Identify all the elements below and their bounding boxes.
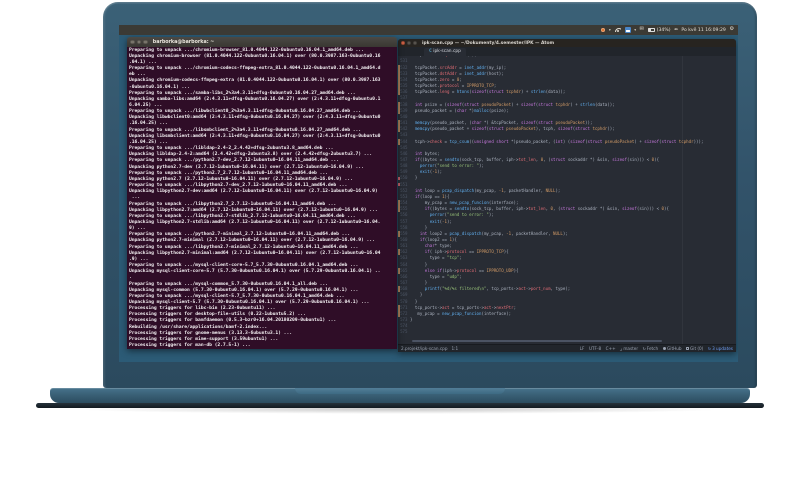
terminal-line: Unpacking mysql-client-core-5.7 (5.7.30-… [129, 269, 381, 275]
tab-label: ipk-scan.cpp [433, 49, 461, 54]
terminal-line: Unpacking python2.7-minimal (2.7.12-1ubu… [129, 238, 375, 244]
laptop-bezel: (34%) Po kvě 11 16:09:29 barborka@barbork… [103, 2, 757, 388]
terminal-line: Unpacking mysql-common (5.7.30-0ubuntu0.… [129, 287, 359, 293]
laptop-base-notch [295, 388, 505, 394]
terminal-line: Unpacking libpython2.7-stdlib:amd64 (2.7… [129, 219, 381, 225]
status-cursor-position[interactable]: 1:1 [451, 346, 458, 351]
code-line: 575 [398, 329, 736, 335]
code-text: tcpPacket.seq = htonl(0); [410, 56, 477, 59]
code-text: tcph->check = tcp_csum((unsigned short *… [410, 138, 704, 144]
battery-indicator[interactable]: (34%) [647, 27, 671, 33]
terminal-window: barborka@barborka: ~ Preparing to unpack… [127, 37, 397, 349]
minimize-button[interactable] [407, 41, 411, 45]
close-button[interactable] [130, 39, 135, 45]
software-update-icon [600, 27, 606, 33]
caret-down-icon [609, 28, 611, 32]
code-text: my_pcap = new_pcap_funcion(interface); [410, 310, 512, 316]
editor-titlebar[interactable]: ipk-scan.cpp — ~/Dokumenty/4.semester/IP… [398, 39, 736, 47]
software-update-indicator[interactable] [600, 27, 606, 33]
cpp-file-icon: C [429, 49, 432, 54]
session-indicator[interactable] [674, 28, 678, 32]
terminal-titlebar[interactable]: barborka@barborka: ~ [127, 37, 397, 47]
branch-icon [620, 347, 622, 351]
clock-label: Po kvě 11 16:09:29 [681, 27, 726, 33]
battery-icon [647, 28, 656, 32]
gear-icon [729, 27, 734, 32]
laptop-mockup: (34%) Po kvě 11 16:09:29 barborka@barbork… [0, 0, 800, 477]
github-icon [662, 346, 667, 351]
code-text: } [410, 317, 413, 323]
tab-ipk-scan-cpp[interactable]: C ipk-scan.cpp [424, 47, 466, 56]
code-text: tcpPacket.leng = htons(sizeof(struct tcp… [410, 89, 566, 95]
top-panel: (34%) Po kvě 11 16:09:29 [119, 25, 738, 35]
code-text: printf("%d/%s filtered\n", tcp_ports->ac… [424, 286, 571, 292]
editor-title: ipk-scan.cpp — ~/Dokumenty/4.semester/IP… [422, 40, 555, 46]
close-button[interactable] [401, 41, 405, 45]
terminal-line: Preparing to unpack .../chromium-codecs-… [129, 66, 381, 72]
laptop-bottom-edge [36, 402, 764, 408]
code-line: 544 tcph->check = tcp_csum((unsigned sho… [398, 138, 736, 145]
clock[interactable]: Po kvě 11 16:09:29 [681, 28, 725, 33]
battery-indicator-label: (34%) [656, 27, 671, 33]
code-text: } [410, 175, 418, 181]
terminal-line: Unpacking samba-libs:amd64 (2:4.3.11+dfs… [129, 96, 381, 102]
terminal-line: Unpacking python2.7-dev (2.7.12-1ubuntu0… [129, 164, 364, 170]
tab-bar: C ipk-scan.cpp [398, 47, 736, 56]
terminal-title: barborka@barborka: ~ [152, 39, 215, 45]
terminal-line: Unpacking libwbclient0:amd64 (2:4.3.11+d… [129, 115, 381, 121]
sync-icon [708, 347, 711, 351]
status-c-[interactable]: C++ [606, 346, 616, 351]
code-editor[interactable]: 530 tcpPacket.seq = htonl(0);531532 tcpP… [398, 55, 736, 344]
git-icon [686, 347, 690, 350]
indicator-caret[interactable] [609, 28, 611, 32]
wifi-icon [614, 28, 622, 33]
keyboard-indicator-icon [624, 27, 631, 33]
terminal-line: Unpacking libpython2.7:amd64 (2.7.12-1ub… [129, 207, 378, 213]
mail-icon [640, 27, 644, 32]
maximize-button[interactable] [143, 39, 148, 45]
code-lines: 530 tcpPacket.seq = htonl(0);531532 tcpP… [398, 56, 736, 336]
terminal-output[interactable]: Preparing to unpack .../chromium-browser… [127, 47, 397, 349]
terminal-line: Preparing to unpack .../libpython2.7-min… [129, 244, 359, 250]
status-file-path[interactable]: 2.projekt/ipk-scan.cpp [401, 346, 447, 351]
status-3-updates[interactable]: 3 updates [708, 346, 733, 351]
horizontal-scrollbar[interactable] [412, 340, 662, 342]
laptop-base [50, 388, 750, 403]
line-number: 575 [400, 329, 408, 335]
indicator-caret[interactable] [634, 28, 636, 32]
messages-indicator[interactable] [640, 27, 644, 32]
terminal-line: Unpacking libsmbclient:amd64 (2:4.3.11+d… [129, 133, 381, 139]
minimize-button[interactable] [136, 39, 142, 45]
desktop-screen: (34%) Po kvě 11 16:09:29 barborka@barbork… [119, 25, 738, 362]
maximize-button[interactable] [413, 41, 417, 45]
status-right: LF UTF-8 C++ master Fetch GitHub Git (0) 3 upda… [580, 346, 733, 351]
terminal-line: Unpacking libpython2.7-minimal:amd64 (2.… [129, 250, 381, 256]
status-fetch[interactable]: Fetch [643, 346, 658, 351]
terminal-line: Unpacking libpython2.7-dev:amd64 (2.7.12… [129, 189, 378, 195]
terminal-line: Processing triggers for man-db (2.7.5-1)… [129, 343, 251, 349]
keyboard-layout-indicator[interactable] [624, 27, 631, 33]
terminal-line: Unpacking chromium-browser (81.0.4044.12… [129, 53, 381, 59]
arrows-icon [674, 28, 678, 32]
status-master[interactable]: master [620, 346, 638, 351]
sync-icon [643, 347, 646, 351]
status-bar: 2.projekt/ipk-scan.cpp 1:1 LF UTF-8 C++ mas… [398, 344, 736, 352]
status-utf-8[interactable]: UTF-8 [589, 346, 601, 351]
terminal-line: Preparing to unpack .../libsmbclient_2%3… [129, 127, 362, 133]
system-menu[interactable] [729, 27, 734, 32]
network-indicator[interactable] [614, 28, 622, 33]
status-git-0-[interactable]: Git (0) [686, 346, 703, 351]
system-tray: (34%) Po kvě 11 16:09:29 [600, 27, 734, 33]
caret-down-icon [634, 28, 636, 32]
status-github[interactable]: GitHub [662, 346, 682, 351]
status-lf[interactable]: LF [580, 346, 585, 351]
code-text: memcpy(pseudo_packet + sizeof(struct pse… [414, 126, 615, 132]
terminal-line: Preparing to unpack .../chromium-browser… [129, 47, 364, 53]
editor-window: ipk-scan.cpp — ~/Dokumenty/4.semester/IP… [398, 39, 736, 352]
terminal-line: Unpacking chromium-codecs-ffmpeg-extra (… [129, 78, 381, 84]
code-text: pseudo_packet = (char *)malloc(psize); [410, 107, 509, 113]
terminal-line: Preparing to unpack .../samba-libs_2%3a4… [129, 90, 356, 96]
